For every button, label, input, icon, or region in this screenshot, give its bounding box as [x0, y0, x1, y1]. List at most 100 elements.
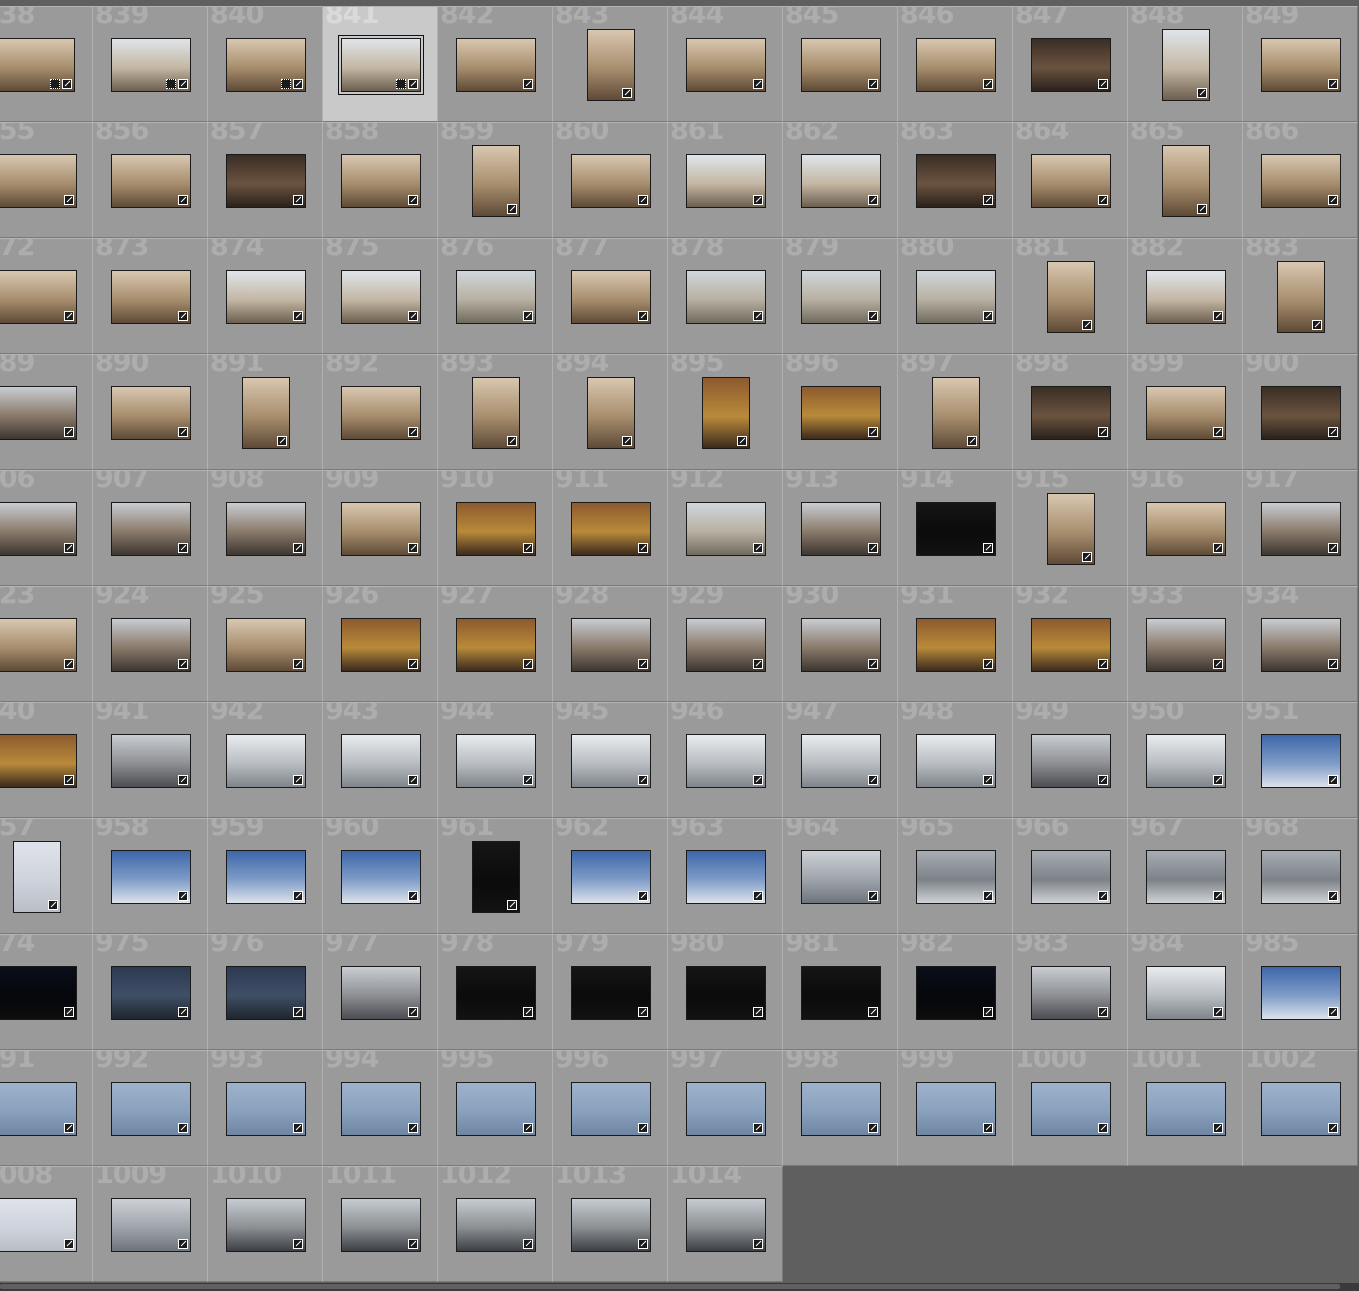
photo-thumbnail[interactable] — [587, 29, 635, 101]
photo-cell-993[interactable]: 993 — [207, 1050, 323, 1166]
photo-cell-843[interactable]: 843 — [552, 6, 668, 122]
photo-cell-849[interactable]: 849 — [1242, 6, 1358, 122]
photo-cell-1002[interactable]: 1002 — [1242, 1050, 1358, 1166]
photo-thumbnail[interactable] — [916, 154, 996, 208]
photo-thumbnail[interactable] — [226, 502, 306, 556]
photo-thumbnail[interactable] — [0, 154, 77, 208]
photo-thumbnail[interactable] — [1261, 154, 1341, 208]
photo-cell-839[interactable]: 839 — [92, 6, 208, 122]
photo-thumbnail[interactable] — [571, 618, 651, 672]
photo-thumbnail[interactable] — [686, 618, 766, 672]
photo-cell-965[interactable]: 965 — [897, 818, 1013, 934]
photo-cell-882[interactable]: 882 — [1127, 238, 1243, 354]
photo-cell-1011[interactable]: 1011 — [322, 1166, 438, 1282]
photo-thumbnail[interactable] — [801, 270, 881, 324]
photo-cell-982[interactable]: 982 — [897, 934, 1013, 1050]
photo-cell-1013[interactable]: 1013 — [552, 1166, 668, 1282]
photo-thumbnail[interactable] — [456, 1198, 536, 1252]
photo-cell-981[interactable]: 981 — [782, 934, 898, 1050]
photo-thumbnail[interactable] — [916, 38, 996, 92]
photo-thumbnail[interactable] — [341, 502, 421, 556]
photo-thumbnail[interactable] — [801, 386, 881, 440]
photo-thumbnail[interactable] — [571, 850, 651, 904]
photo-thumbnail[interactable] — [111, 618, 191, 672]
photo-cell-883[interactable]: 883 — [1242, 238, 1358, 354]
photo-cell-928[interactable]: 928 — [552, 586, 668, 702]
photo-cell-900[interactable]: 900 — [1242, 354, 1358, 470]
photo-cell-908[interactable]: 908 — [207, 470, 323, 586]
photo-thumbnail[interactable] — [571, 154, 651, 208]
photo-thumbnail[interactable] — [456, 734, 536, 788]
photo-thumbnail[interactable] — [226, 734, 306, 788]
photo-cell-930[interactable]: 930 — [782, 586, 898, 702]
photo-thumbnail[interactable] — [226, 966, 306, 1020]
photo-cell-895[interactable]: 895 — [667, 354, 783, 470]
photo-thumbnail[interactable] — [1031, 618, 1111, 672]
photo-cell-941[interactable]: 941 — [92, 702, 208, 818]
photo-thumbnail[interactable] — [801, 1082, 881, 1136]
photo-thumbnail[interactable] — [242, 377, 290, 449]
photo-thumbnail[interactable] — [686, 1198, 766, 1252]
photo-cell-1000[interactable]: 1000 — [1012, 1050, 1128, 1166]
photo-cell-866[interactable]: 866 — [1242, 122, 1358, 238]
photo-thumbnail[interactable] — [916, 850, 996, 904]
photo-cell-912[interactable]: 912 — [667, 470, 783, 586]
photo-thumbnail[interactable] — [1146, 850, 1226, 904]
photo-thumbnail[interactable] — [1146, 966, 1226, 1020]
photo-cell-998[interactable]: 998 — [782, 1050, 898, 1166]
photo-cell-994[interactable]: 994 — [322, 1050, 438, 1166]
photo-thumbnail[interactable] — [111, 386, 191, 440]
photo-cell-997[interactable]: 997 — [667, 1050, 783, 1166]
photo-thumbnail[interactable] — [916, 1082, 996, 1136]
photo-thumbnail[interactable] — [1146, 1082, 1226, 1136]
photo-cell-877[interactable]: 877 — [552, 238, 668, 354]
photo-cell-967[interactable]: 967 — [1127, 818, 1243, 934]
photo-cell-959[interactable]: 959 — [207, 818, 323, 934]
photo-thumbnail[interactable] — [111, 502, 191, 556]
photo-thumbnail[interactable] — [1031, 154, 1111, 208]
photo-cell-985[interactable]: 985 — [1242, 934, 1358, 1050]
photo-thumbnail[interactable] — [0, 270, 77, 324]
photo-thumbnail[interactable] — [0, 386, 77, 440]
photo-cell-842[interactable]: 842 — [437, 6, 553, 122]
photo-cell-978[interactable]: 978 — [437, 934, 553, 1050]
photo-cell-942[interactable]: 942 — [207, 702, 323, 818]
photo-cell-999[interactable]: 999 — [897, 1050, 1013, 1166]
photo-cell-858[interactable]: 858 — [322, 122, 438, 238]
photo-thumbnail[interactable] — [0, 734, 77, 788]
photo-thumbnail[interactable] — [571, 1082, 651, 1136]
photo-cell-924[interactable]: 924 — [92, 586, 208, 702]
photo-thumbnail[interactable] — [1261, 502, 1341, 556]
photo-thumbnail[interactable] — [456, 1082, 536, 1136]
photo-cell-945[interactable]: 945 — [552, 702, 668, 818]
photo-cell-964[interactable]: 964 — [782, 818, 898, 934]
photo-thumbnail[interactable] — [226, 850, 306, 904]
photo-thumbnail[interactable] — [1031, 966, 1111, 1020]
photo-cell-893[interactable]: 893 — [437, 354, 553, 470]
photo-cell-897[interactable]: 897 — [897, 354, 1013, 470]
photo-thumbnail[interactable] — [801, 38, 881, 92]
photo-thumbnail[interactable] — [1162, 145, 1210, 217]
photo-thumbnail[interactable] — [801, 734, 881, 788]
photo-thumbnail[interactable] — [341, 734, 421, 788]
photo-cell-957[interactable]: 957 — [0, 818, 94, 934]
photo-thumbnail[interactable] — [0, 966, 77, 1020]
photo-cell-958[interactable]: 958 — [92, 818, 208, 934]
photo-cell-915[interactable]: 915 — [1012, 470, 1128, 586]
photo-cell-891[interactable]: 891 — [207, 354, 323, 470]
photo-cell-926[interactable]: 926 — [322, 586, 438, 702]
photo-thumbnail[interactable] — [932, 377, 980, 449]
photo-thumbnail[interactable] — [686, 734, 766, 788]
photo-thumbnail[interactable] — [341, 270, 421, 324]
photo-thumbnail[interactable] — [341, 850, 421, 904]
photo-cell-963[interactable]: 963 — [667, 818, 783, 934]
photo-cell-907[interactable]: 907 — [92, 470, 208, 586]
photo-thumbnail[interactable] — [1031, 38, 1111, 92]
photo-cell-983[interactable]: 983 — [1012, 934, 1128, 1050]
photo-thumbnail[interactable] — [13, 841, 61, 913]
photo-thumbnail[interactable] — [111, 270, 191, 324]
photo-cell-943[interactable]: 943 — [322, 702, 438, 818]
photo-thumbnail[interactable] — [916, 966, 996, 1020]
photo-cell-846[interactable]: 846 — [897, 6, 1013, 122]
photo-cell-968[interactable]: 968 — [1242, 818, 1358, 934]
